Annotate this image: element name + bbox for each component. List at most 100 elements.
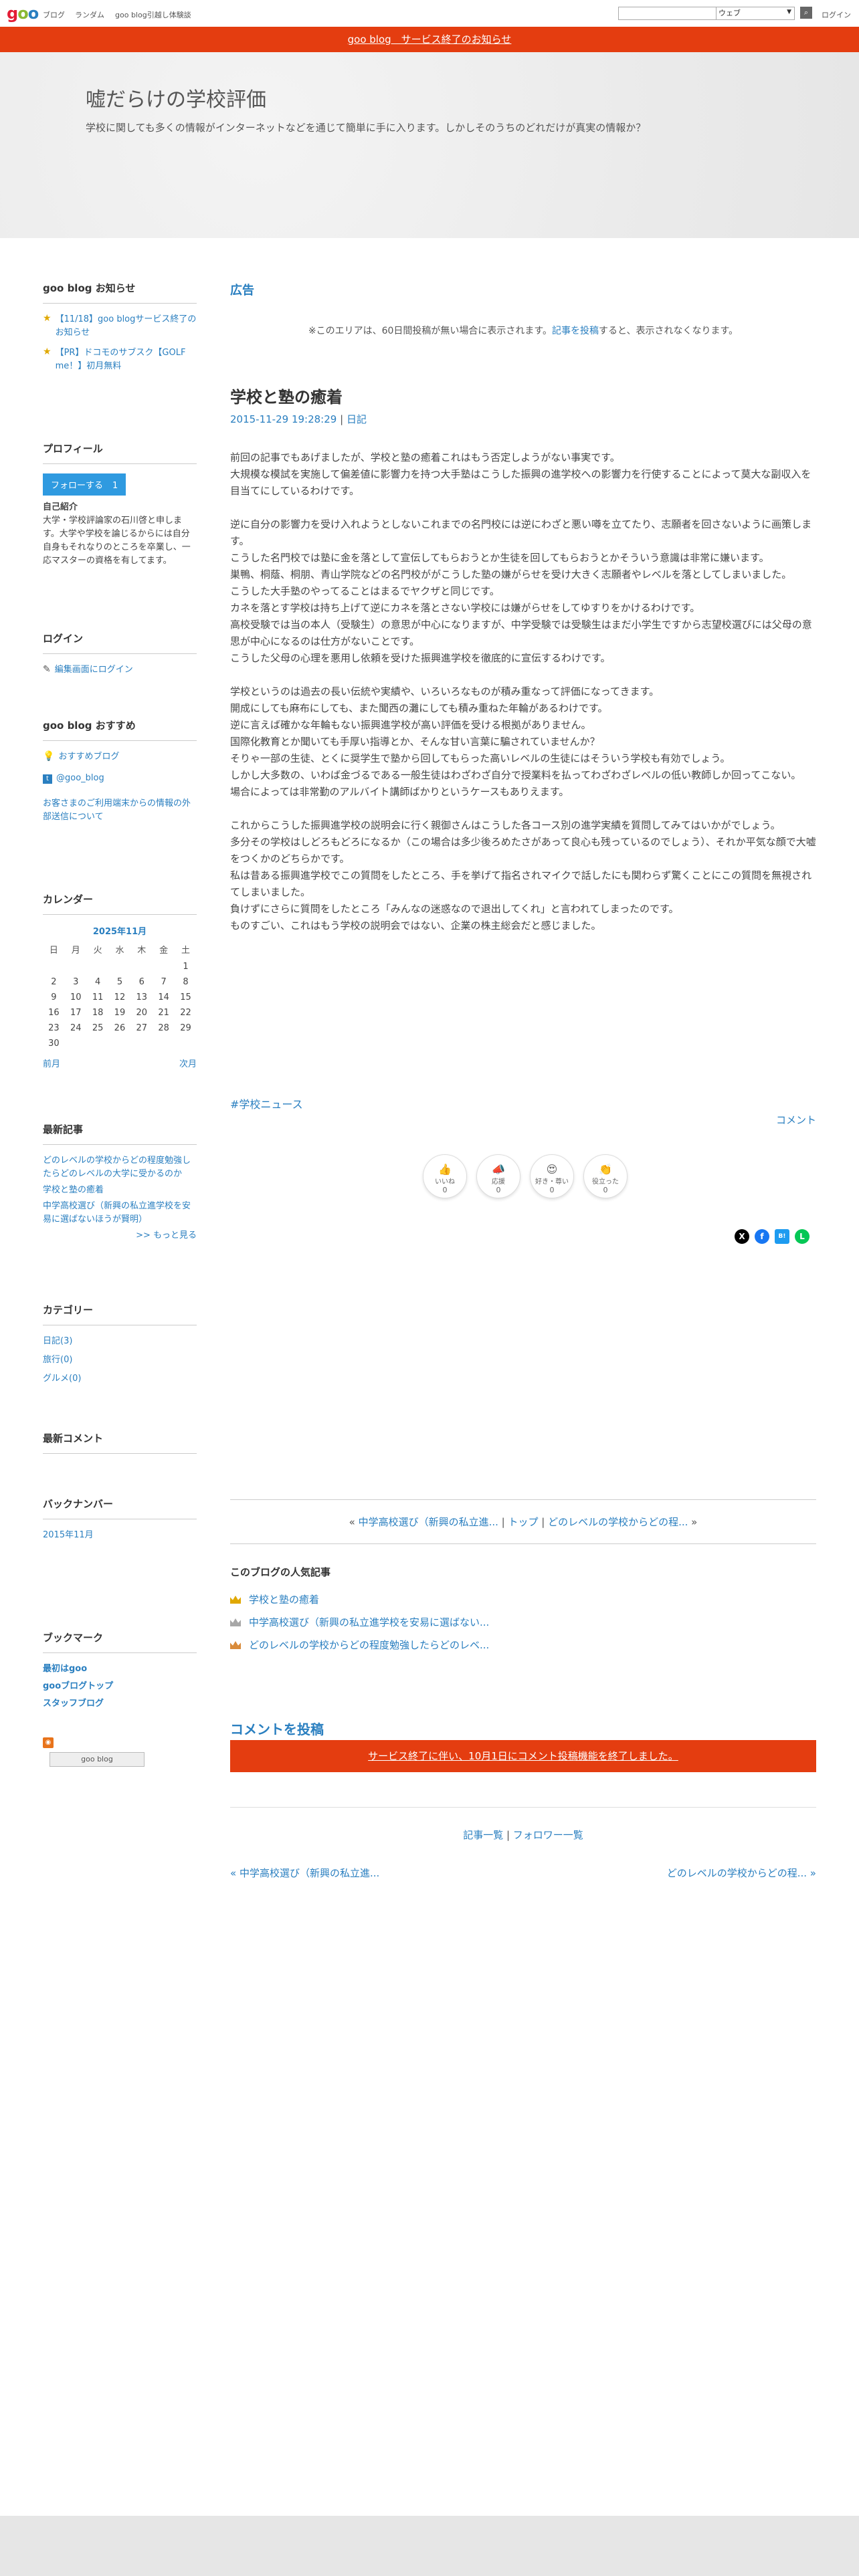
service-end-banner-text[interactable]: goo blog サービス終了のお知らせ <box>348 33 512 45</box>
category-item[interactable]: グルメ(0) <box>43 1372 197 1386</box>
follower-list-link[interactable]: フォロワー一覧 <box>513 1829 583 1841</box>
recommend-item-label[interactable]: おすすめブログ <box>58 752 119 762</box>
share-x-icon[interactable]: X <box>735 1229 749 1244</box>
share-line-icon[interactable]: L <box>795 1229 809 1244</box>
popular-item[interactable]: 中学高校選び（新興の私立進学校を安易に選ばない... <box>230 1611 816 1634</box>
reaction-like[interactable]: 👍 いいね 0 <box>423 1154 467 1198</box>
calendar-body: 1 2 3 4 5 6 7 8 9 10 11 12 13 14 15 16 17 18 19 20 21 22 23 24 2… <box>43 959 197 1051</box>
reaction-count: 0 <box>442 1186 448 1194</box>
post-nav-prev[interactable]: 中学高校選び（新興の私立進... <box>359 1516 498 1528</box>
post-nav-top[interactable]: トップ <box>508 1516 538 1528</box>
category-item[interactable]: 旅行(0) <box>43 1354 197 1367</box>
blog-title[interactable]: 嘘だらけの学校評価 <box>86 83 266 112</box>
recent-more-link[interactable]: >> もっと見る <box>43 1229 197 1243</box>
backnumber-section: バックナンバー 2015年11月 <box>43 1497 197 1542</box>
recommend-item-label[interactable]: @goo_blog <box>56 773 104 783</box>
search-input[interactable] <box>618 7 717 20</box>
calendar-next-link[interactable]: 次月 <box>179 1058 197 1071</box>
bookmark-item[interactable]: スタッフブログ <box>43 1697 197 1711</box>
calendar-day: 4 <box>94 977 101 987</box>
article-title[interactable]: 学校と塾の癒着 <box>230 384 343 407</box>
prev-post-link[interactable]: « 中学高校選び（新興の私立進... <box>230 1866 379 1880</box>
article-datetime[interactable]: 2015-11-29 19:28:29 <box>230 413 337 425</box>
post-nav-next[interactable]: どのレベルの学校からどの程... <box>548 1516 688 1528</box>
article-line: 大規模な模試を実施して偏差値に影響力を持つ大手塾はこうした振興の進学校への影響力… <box>230 468 812 497</box>
notice-item[interactable]: ★ 【PR】ドコモのサブスク【GOLF me！】初月無料 <box>43 346 197 373</box>
login-link[interactable]: ログイン <box>822 9 851 20</box>
calendar-day: 22 <box>180 1008 191 1018</box>
recent-item[interactable]: どのレベルの学校からどの程度勉強したらどのレベルの大学に受かるのか <box>43 1154 197 1181</box>
edit-login-label[interactable]: 編集画面にログイン <box>55 665 133 675</box>
notice-item[interactable]: ★ 【11/18】goo blogサービス終了のお知らせ <box>43 313 197 340</box>
recent-item[interactable]: 中学高校選び（新興の私立進学校を安易に選ばないほうが賢明） <box>43 1200 197 1226</box>
share-hatena-icon[interactable]: B! <box>775 1229 789 1244</box>
comment-closed-notice[interactable]: サービス終了に伴い、10月1日にコメント投稿機能を終了しました。 <box>230 1740 816 1772</box>
rss-icon[interactable]: ◉ <box>43 1737 54 1748</box>
search-scope-label: ウェブ <box>719 9 741 17</box>
calendar-weekday: 金 <box>159 946 169 956</box>
post-article-link[interactable]: 記事を投稿 <box>552 326 599 336</box>
nav-random[interactable]: ランダム <box>75 9 104 20</box>
bookmark-item[interactable]: gooブログトップ <box>43 1680 197 1693</box>
service-end-banner[interactable]: goo blog サービス終了のお知らせ <box>0 27 859 52</box>
calendar-day: 10 <box>70 992 82 1002</box>
chevron-down-icon: ▼ <box>787 9 791 15</box>
goo-logo[interactable]: goo <box>7 4 39 23</box>
calendar-prev-link[interactable]: 前月 <box>43 1058 60 1071</box>
calendar-day: 2 <box>51 977 57 987</box>
article-list-link[interactable]: 記事一覧 <box>463 1829 503 1841</box>
article-category[interactable]: 日記 <box>347 413 367 425</box>
reaction-count: 0 <box>603 1186 608 1194</box>
login-section: ログイン ✎ 編集画面にログイン <box>43 631 197 677</box>
bookmark-section: ブックマーク 最初はgoo gooブログトップ スタッフブログ ◉ goo bl… <box>43 1630 197 1767</box>
bookmark-item[interactable]: 最初はgoo <box>43 1662 197 1676</box>
reaction-love[interactable]: 😍 好き・尊い 0 <box>530 1154 574 1198</box>
follow-button-label: フォローする <box>51 481 104 491</box>
reaction-helpful[interactable]: 👏 役立った 0 <box>583 1154 628 1198</box>
nav-blog[interactable]: ブログ <box>43 9 65 20</box>
calendar-day: 24 <box>70 1023 82 1033</box>
thumbs-up-icon: 👍 <box>438 1163 452 1176</box>
pencil-icon: ✎ <box>43 664 51 675</box>
recommend-section: goo blog おすすめ 💡 おすすめブログ t @goo_blog お客さまのご… <box>43 718 197 824</box>
search-button[interactable]: ⌕ <box>800 7 812 19</box>
notice-item-label[interactable]: 【11/18】goo blogサービス終了のお知らせ <box>56 313 197 340</box>
reaction-cheer[interactable]: 📣 応援 0 <box>476 1154 520 1198</box>
calendar-day <box>130 1036 153 1051</box>
calendar-day: 30 <box>48 1039 60 1049</box>
next-post-link[interactable]: どのレベルの学校からどの程... » <box>667 1866 816 1880</box>
reaction-count: 0 <box>496 1186 501 1194</box>
calendar-day <box>153 959 175 974</box>
external-data-link[interactable]: お客さまのご利用端末からの情報の外部送信について <box>43 797 197 824</box>
notice-item-label[interactable]: 【PR】ドコモのサブスク【GOLF me！】初月無料 <box>56 346 197 373</box>
popular-item[interactable]: どのレベルの学校からどの程度勉強したらどのレベ... <box>230 1634 816 1656</box>
calendar-weekday: 水 <box>115 946 124 956</box>
goo-blog-badge[interactable]: goo blog <box>50 1752 145 1767</box>
ad-note-text: ※このエリアは、60日間投稿が無い場合に表示されます。 <box>308 326 553 336</box>
edit-login-link[interactable]: ✎ 編集画面にログイン <box>43 663 197 677</box>
recent-item[interactable]: 学校と塾の癒着 <box>43 1184 197 1197</box>
popular-item-label[interactable]: どのレベルの学校からどの程度勉強したらどのレベ... <box>249 1639 489 1651</box>
popular-item-label[interactable]: 中学高校選び（新興の私立進学校を安易に選ばない... <box>249 1616 489 1628</box>
popular-item[interactable]: 学校と塾の癒着 <box>230 1588 816 1611</box>
article-line: こうした父母の心理を悪用し依頼を受けた振興進学校を徹底的に宣伝するわけです。 <box>230 652 611 664</box>
recommend-item[interactable]: 💡 おすすめブログ <box>43 750 197 764</box>
comment-closed-text[interactable]: サービス終了に伴い、10月1日にコメント投稿機能を終了しました。 <box>368 1750 678 1762</box>
tag-link[interactable]: #学校ニュース <box>230 1095 303 1111</box>
calendar-day <box>87 1036 109 1051</box>
comment-link[interactable]: コメント <box>776 1113 816 1127</box>
star-icon: ★ <box>43 313 52 324</box>
backnumber-item[interactable]: 2015年11月 <box>43 1529 197 1542</box>
popular-item-label[interactable]: 学校と塾の癒着 <box>249 1594 319 1606</box>
category-item[interactable]: 日記(3) <box>43 1335 197 1348</box>
nav-migration[interactable]: goo blog引越し体験談 <box>115 9 191 20</box>
star-icon: ★ <box>43 346 52 357</box>
follow-button[interactable]: フォローする 1 <box>43 473 126 496</box>
silver-crown-icon <box>230 1618 241 1626</box>
share-facebook-icon[interactable]: f <box>755 1229 769 1244</box>
recent-section: 最新記事 どのレベルの学校からどの程度勉強したらどのレベルの大学に受かるのか 学… <box>43 1122 197 1243</box>
search-scope-select[interactable]: ウェブ ▼ <box>716 7 795 20</box>
recommend-item[interactable]: t @goo_blog <box>43 772 197 785</box>
calendar-month: 2025年11月 <box>92 927 147 937</box>
